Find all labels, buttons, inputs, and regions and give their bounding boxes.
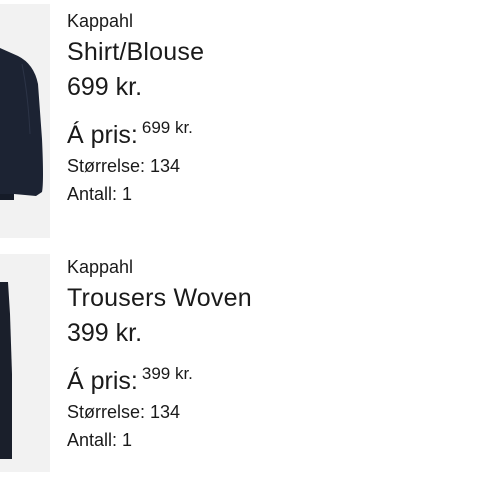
- product-size: Størrelse: 134: [67, 156, 181, 176]
- shirt-thumbnail-icon: [0, 48, 43, 200]
- cart-item: Kappahl Shirt/Blouse 699 kr. Á pris: 699 …: [0, 0, 480, 240]
- unit-price-value: 399 kr.: [141, 364, 193, 383]
- product-price: 399 kr.: [67, 319, 143, 347]
- product-name[interactable]: Trousers Woven: [67, 282, 252, 314]
- cart-item-list: Kappahl Shirt/Blouse 699 kr. Á pris: 699 …: [0, 0, 480, 480]
- product-brand: Kappahl: [67, 11, 134, 31]
- trousers-thumbnail-icon: [0, 282, 12, 459]
- unit-price-value: 699 kr.: [141, 118, 193, 137]
- product-brand: Kappahl: [67, 257, 134, 277]
- product-price: 699 kr.: [67, 73, 143, 101]
- cart-item: Kappahl Trousers Woven 399 kr. Á pris: 39…: [0, 246, 480, 480]
- unit-price-label: Á pris:: [67, 121, 138, 149]
- product-image-trousers[interactable]: [0, 254, 50, 472]
- product-quantity: Antall: 1: [67, 430, 133, 450]
- product-quantity: Antall: 1: [67, 184, 133, 204]
- unit-price: Á pris: 699 kr.: [67, 118, 193, 151]
- unit-price: Á pris: 399 kr.: [67, 364, 193, 397]
- product-image-shirt[interactable]: [0, 4, 50, 238]
- product-size: Størrelse: 134: [67, 402, 181, 422]
- product-name[interactable]: Shirt/Blouse: [67, 36, 204, 68]
- unit-price-label: Á pris:: [67, 367, 138, 395]
